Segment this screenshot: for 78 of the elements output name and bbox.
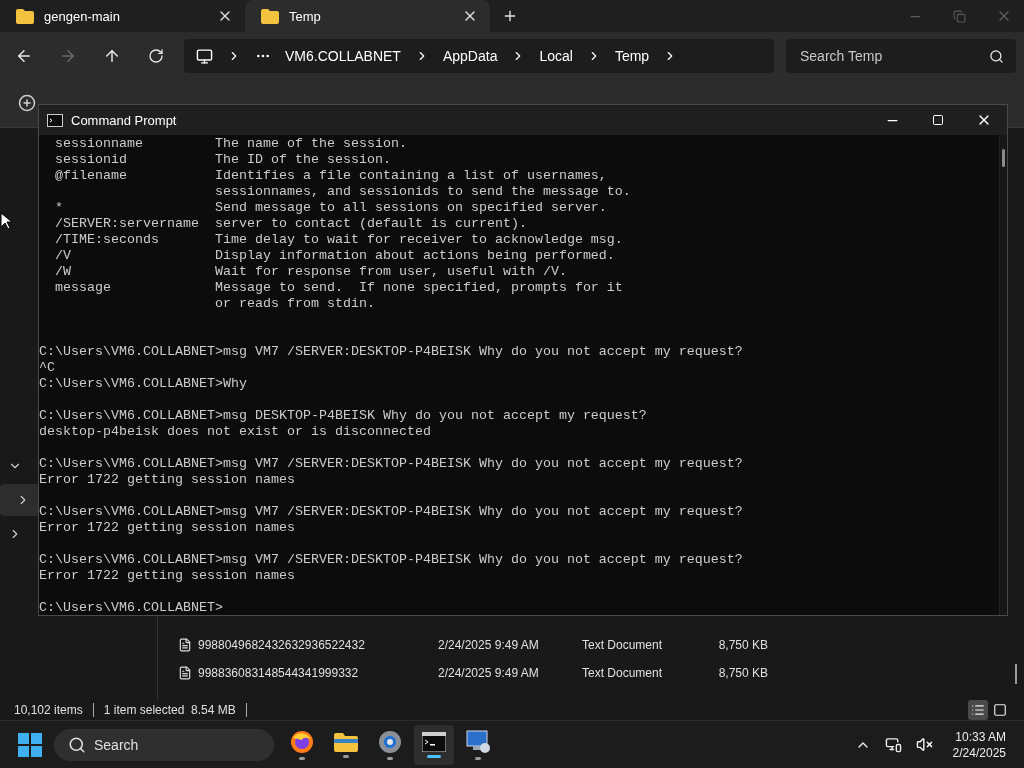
console-line: ^C — [39, 360, 56, 376]
console-line: /SERVER:servername server to contact (default is current). — [54, 216, 528, 232]
file-row[interactable]: 9988049682432632936522432 2/24/2025 9:49 AM Text Document 8,750 KB — [178, 631, 1024, 659]
breadcrumb-item[interactable]: Local — [539, 48, 573, 64]
terminal-icon — [422, 731, 446, 752]
document-icon — [178, 638, 192, 652]
console-line: /W Wait for response from user, useful with /V. — [54, 264, 568, 280]
list-icon — [971, 703, 985, 717]
scrollbar-thumb[interactable] — [1002, 149, 1005, 167]
console-line: C:\Users\VM6.COLLABNET>msg DESKTOP-P4BEISK Why do you not accept my request? — [39, 408, 648, 424]
console-line: * Send message to all sessions on specified server. — [54, 200, 608, 216]
breadcrumb-item[interactable]: AppData — [442, 48, 498, 64]
file-date: 2/24/2025 9:49 AM — [438, 666, 540, 680]
mouse-cursor-icon — [0, 212, 12, 230]
folder-icon — [16, 8, 34, 24]
console-line: C:\Users\VM6.COLLABNET>msg VM7 /SERVER:DESKTOP-P4BEISK Why do you not accept my request? — [39, 344, 744, 360]
document-icon — [178, 666, 192, 680]
network-icon[interactable] — [884, 736, 902, 753]
console-line: Error 1722 getting session names — [39, 520, 296, 536]
details-view-button[interactable] — [968, 700, 988, 720]
console-line: @filename Identifies a file containing a list of usernames, — [54, 168, 608, 184]
breadcrumb-item[interactable]: Temp — [614, 48, 650, 64]
clock[interactable]: 10:33 AM 2/24/2025 — [946, 728, 1012, 761]
window-title: Command Prompt — [71, 112, 177, 128]
file-date: 2/24/2025 9:49 AM — [438, 638, 540, 652]
explorer-tab[interactable]: Temp — [245, 0, 490, 32]
command-prompt-window[interactable] — [38, 104, 1008, 616]
windows-logo-icon[interactable] — [18, 732, 42, 757]
computer-icon — [196, 47, 213, 65]
selection-info: 1 item selected 8.54 MB — [103, 703, 236, 717]
console-line: or reads from stdin. — [213, 296, 376, 312]
console-line: sessionnames, and sessionids to send the message to. — [213, 184, 632, 200]
search-icon — [68, 735, 86, 754]
file-type: Text Document — [582, 666, 664, 680]
file-size: 8,750 KB — [717, 666, 768, 680]
folder-icon — [261, 8, 279, 24]
console-line: /TIME:seconds Time delay to wait for receiver to acknowledge msg. — [54, 232, 624, 248]
file-row[interactable]: 998836083148544341999332 2/24/2025 9:49 AM Text Document 8,750 KB — [178, 659, 1024, 687]
terminal-icon — [47, 113, 63, 127]
maximize-icon[interactable] — [932, 114, 944, 126]
forward-icon[interactable] — [59, 47, 77, 65]
file-type: Text Document — [582, 638, 664, 652]
console-line: Error 1722 getting session names — [39, 568, 296, 584]
volume-muted-icon[interactable] — [915, 736, 933, 753]
console-line: C:\Users\VM6.COLLABNET>msg VM7 /SERVER:DESKTOP-P4BEISK Why do you not accept my request? — [39, 456, 744, 472]
console-line: Error 1722 getting session names — [39, 472, 296, 488]
address-bar[interactable]: VM6.COLLABNET AppData Local Temp — [184, 39, 774, 73]
new-icon[interactable] — [18, 94, 36, 112]
console-line: C:\Users\VM6.COLLABNET>Why — [39, 376, 248, 392]
search-field[interactable]: Search Temp — [786, 39, 1016, 73]
taskbar-app[interactable] — [414, 724, 454, 765]
refresh-icon[interactable] — [148, 48, 164, 64]
browser-icon — [290, 729, 314, 754]
console-line: desktop-p4beisk does not exist or is disconnected — [39, 424, 432, 440]
search-icon — [989, 48, 1004, 64]
square-icon — [993, 703, 1007, 717]
up-icon[interactable] — [103, 47, 121, 65]
console-line: C:\Users\VM6.COLLABNET> — [39, 600, 224, 615]
file-name: 998836083148544341999332 — [198, 666, 360, 680]
console-line: C:\Users\VM6.COLLABNET>msg VM7 /SERVER:DESKTOP-P4BEISK Why do you not accept my request? — [39, 552, 744, 568]
breadcrumb-item[interactable]: VM6.COLLABNET — [285, 48, 401, 64]
console-line: sessionname The name of the session. — [54, 136, 408, 152]
console-line: C:\Users\VM6.COLLABNET>msg VM7 /SERVER:DESKTOP-P4BEISK Why do you not accept my request? — [39, 504, 744, 520]
console-line: /V Display information about actions being performed. — [54, 248, 616, 264]
restore-icon[interactable] — [953, 9, 966, 23]
item-count: 10,102 items — [14, 703, 83, 717]
remote-desktop-icon — [465, 729, 491, 754]
explorer-tab[interactable]: gengen-main — [0, 0, 245, 32]
taskbar-search[interactable]: Search — [54, 728, 274, 761]
gear-icon — [378, 729, 402, 754]
folder-icon — [334, 731, 358, 752]
back-icon[interactable] — [15, 47, 33, 65]
console-line: message Message to send. If none specified, prompts for it — [54, 280, 624, 296]
new-tab-icon[interactable] — [502, 8, 518, 24]
scrollbar-thumb[interactable] — [1015, 664, 1017, 684]
console-line: sessionid The ID of the session. — [54, 152, 392, 168]
file-name: 9988049682432632936522432 — [198, 638, 366, 652]
file-size: 8,750 KB — [717, 638, 768, 652]
